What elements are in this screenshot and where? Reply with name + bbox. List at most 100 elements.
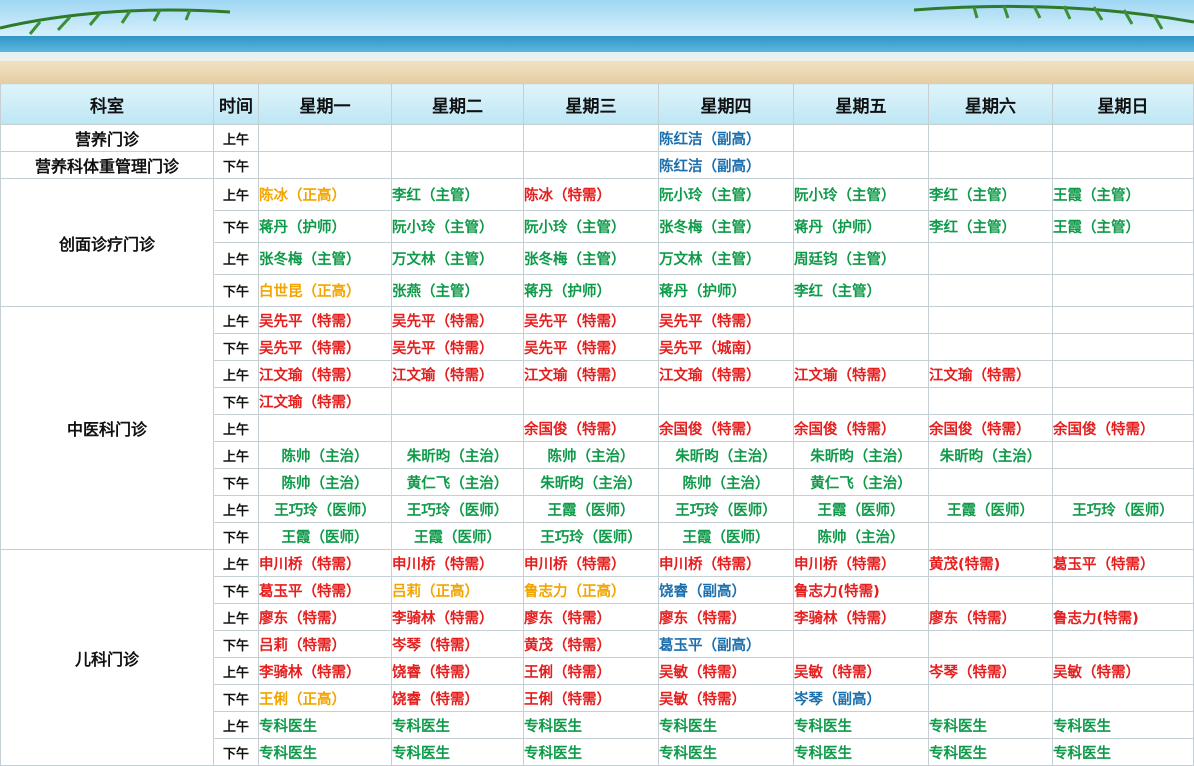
- empty-cell: [928, 468, 1053, 496]
- doctor-cell: 黄茂(特需): [928, 549, 1053, 577]
- doctor-cell: 陈冰（特需）: [523, 178, 659, 211]
- palm-leaves-left-icon: [0, 8, 231, 35]
- empty-cell: [523, 151, 659, 179]
- session-time: 上午: [213, 441, 259, 469]
- doctor-cell: 陈帅（主治）: [658, 468, 794, 496]
- doctor-cell: 鲁志力(特需): [1052, 603, 1194, 631]
- session-time: 下午: [213, 468, 259, 496]
- empty-cell: [928, 522, 1053, 550]
- doctor-cell: 朱昕昀（主治）: [928, 441, 1053, 469]
- doctor-cell: 余国俊（特需）: [928, 414, 1053, 442]
- session-time: 下午: [213, 522, 259, 550]
- doctor-cell: 吴先平（特需）: [523, 333, 659, 361]
- doctor-cell: 专科医生: [523, 738, 659, 766]
- header-day-sat: 星期六: [928, 83, 1053, 125]
- doctor-cell: 余国俊（特需）: [793, 414, 929, 442]
- empty-cell: [1052, 684, 1194, 712]
- schedule-row: 营养科体重管理门诊 下午 陈红洁（副高）: [0, 151, 1194, 179]
- doctor-cell: 岑琴（副高）: [793, 684, 929, 712]
- doctor-cell: 专科医生: [523, 711, 659, 739]
- doctor-cell: 王霞（主管）: [1052, 178, 1194, 211]
- empty-cell: [523, 387, 659, 415]
- doctor-cell: 廖东（特需）: [258, 603, 392, 631]
- doctor-cell: 廖东（特需）: [928, 603, 1053, 631]
- department-name: 营养门诊: [0, 124, 214, 152]
- empty-cell: [258, 124, 392, 152]
- department-name: 儿科门诊: [0, 549, 214, 766]
- doctor-cell: 吴先平（特需）: [523, 306, 659, 334]
- empty-cell: [928, 306, 1053, 334]
- empty-cell: [793, 124, 929, 152]
- doctor-cell: 李红（主管）: [928, 178, 1053, 211]
- doctor-cell: 陈帅（主治）: [258, 441, 392, 469]
- empty-cell: [391, 124, 524, 152]
- doctor-cell: 饶睿（特需）: [391, 657, 524, 685]
- session-time: 上午: [213, 711, 259, 739]
- session-time: 下午: [213, 210, 259, 243]
- empty-cell: [658, 387, 794, 415]
- doctor-cell: 江文瑜（特需）: [391, 360, 524, 388]
- doctor-cell: 王霞（医师）: [793, 495, 929, 523]
- empty-cell: [391, 387, 524, 415]
- empty-cell: [1052, 360, 1194, 388]
- session-time: 上午: [213, 657, 259, 685]
- doctor-cell: 张燕（主管）: [391, 274, 524, 307]
- doctor-cell: 李骑林（特需）: [258, 657, 392, 685]
- doctor-cell: 黄仁飞（主治）: [793, 468, 929, 496]
- doctor-cell: 申川桥（特需）: [258, 549, 392, 577]
- doctor-cell: 申川桥（特需）: [793, 549, 929, 577]
- doctor-cell: 专科医生: [391, 738, 524, 766]
- doctor-cell: 王霞（医师）: [391, 522, 524, 550]
- doctor-cell: 吕莉（特需）: [258, 630, 392, 658]
- empty-cell: [793, 630, 929, 658]
- doctor-cell: 王巧玲（医师）: [658, 495, 794, 523]
- empty-cell: [928, 684, 1053, 712]
- doctor-cell: 李红（主管）: [391, 178, 524, 211]
- schedule-row: 儿科门诊 上午 申川桥（特需） 申川桥（特需） 申川桥（特需） 申川桥（特需） 申川桥（特需…: [0, 549, 1194, 766]
- doctor-cell: 吴先平（特需）: [391, 306, 524, 334]
- empty-cell: [258, 151, 392, 179]
- doctor-cell: 岑琴（特需）: [928, 657, 1053, 685]
- doctor-cell: 江文瑜（特需）: [258, 360, 392, 388]
- session-time: 下午: [213, 151, 259, 179]
- doctor-cell: 申川桥（特需）: [391, 549, 524, 577]
- session-time: 下午: [213, 630, 259, 658]
- empty-cell: [258, 414, 392, 442]
- doctor-cell: 王俐（特需）: [523, 657, 659, 685]
- doctor-cell: 江文瑜（特需）: [928, 360, 1053, 388]
- doctor-cell: 岑琴（特需）: [391, 630, 524, 658]
- doctor-cell: 余国俊（特需）: [523, 414, 659, 442]
- empty-cell: [1052, 274, 1194, 307]
- doctor-cell: 王霞（医师）: [258, 522, 392, 550]
- doctor-cell: 专科医生: [258, 711, 392, 739]
- doctor-cell: 申川桥（特需）: [523, 549, 659, 577]
- doctor-cell: 饶睿（副高）: [658, 576, 794, 604]
- palm-leaves-right-icon: [913, 4, 1194, 30]
- doctor-cell: 余国俊（特需）: [658, 414, 794, 442]
- empty-cell: [1052, 468, 1194, 496]
- doctor-cell: 王霞（医师）: [523, 495, 659, 523]
- doctor-cell: 王巧玲（医师）: [1052, 495, 1194, 523]
- doctor-cell: 陈帅（主治）: [523, 441, 659, 469]
- doctor-cell: 朱昕昀（主治）: [523, 468, 659, 496]
- doctor-cell: 蒋丹（护师）: [523, 274, 659, 307]
- session-time: 上午: [213, 178, 259, 211]
- doctor-cell: 吴敏（特需）: [1052, 657, 1194, 685]
- session-time: 上午: [213, 242, 259, 275]
- doctor-cell: 吕莉（正高）: [391, 576, 524, 604]
- empty-cell: [928, 576, 1053, 604]
- session-time: 上午: [213, 360, 259, 388]
- doctor-cell: 王霞（医师）: [658, 522, 794, 550]
- doctor-cell: 饶睿（特需）: [391, 684, 524, 712]
- empty-cell: [793, 333, 929, 361]
- doctor-cell: 专科医生: [258, 738, 392, 766]
- session-time: 下午: [213, 333, 259, 361]
- doctor-cell: 江文瑜（特需）: [523, 360, 659, 388]
- doctor-cell: 吴先平（特需）: [258, 333, 392, 361]
- empty-cell: [928, 333, 1053, 361]
- doctor-cell: 专科医生: [658, 738, 794, 766]
- doctor-cell: 江文瑜（特需）: [793, 360, 929, 388]
- header-day-fri: 星期五: [793, 83, 929, 125]
- empty-cell: [1052, 441, 1194, 469]
- banner-sand: [0, 61, 1194, 83]
